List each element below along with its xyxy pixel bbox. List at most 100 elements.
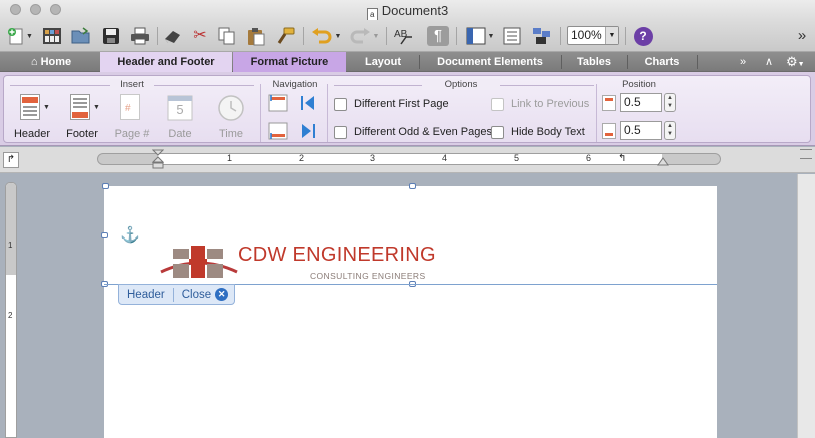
document-page[interactable]: ⚓ CDW ENGINEERING CONSULTING ENGINEERS (101, 183, 717, 438)
close-icon[interactable]: ✕ (215, 288, 229, 301)
footer-from-bottom-input[interactable]: 0.5 (620, 121, 662, 140)
chevron-down-icon: ▼ (26, 32, 33, 40)
next-section-button[interactable] (298, 122, 318, 140)
open-button[interactable] (69, 26, 93, 46)
ruler-number: 6 (586, 153, 592, 163)
different-first-page-checkbox[interactable] (334, 97, 347, 111)
ruler-strip: ↱ ↰ 1 2 3 4 5 6 (0, 147, 815, 173)
header-edit-tag: Header Close ✕ (118, 284, 236, 305)
split-view-handle[interactable] (800, 149, 812, 159)
logo-title: CDW ENGINEERING (238, 244, 436, 266)
header-from-top-stepper[interactable]: ▲ ▼ (664, 93, 676, 112)
insert-time-button[interactable]: Time (207, 94, 255, 142)
media-browser-button[interactable] (531, 26, 553, 46)
window-title: a Document3 (0, 3, 815, 21)
tab-stop-selector[interactable]: ↱ (3, 152, 19, 168)
tab-tables[interactable]: Tables (562, 52, 626, 72)
insert-header-button[interactable]: ▼ Header (8, 94, 56, 142)
ribbon-panel: Insert ▼ Header ▼ Footer # Page # 5 Date… (0, 72, 815, 146)
previous-section-icon (301, 96, 314, 110)
zoom-value: 100% (571, 28, 602, 42)
tab-label: Home (40, 56, 72, 68)
link-to-previous-checkbox[interactable] (491, 97, 504, 111)
vruler-number: 2 (8, 311, 13, 320)
group-rule (500, 85, 594, 86)
gear-icon: ⚙ (786, 54, 798, 69)
cut-button[interactable]: ✂ (189, 26, 211, 46)
toolbox-button[interactable] (501, 26, 523, 46)
link-to-previous-option[interactable]: Link to Previous (491, 96, 589, 112)
tab-format-picture[interactable]: Format Picture (233, 52, 346, 72)
toolbar-overflow-button[interactable]: » (792, 26, 812, 46)
resize-handle[interactable] (102, 183, 109, 189)
new-document-button[interactable]: ▼ (5, 26, 35, 46)
gallery-button[interactable] (40, 26, 64, 46)
different-first-page-option[interactable]: Different First Page (334, 96, 449, 112)
tabs-overflow-button[interactable]: » (740, 52, 746, 72)
window-title-text: Document3 (381, 3, 449, 18)
go-to-footer-button[interactable] (268, 122, 288, 140)
spelling-button[interactable]: AB (392, 26, 416, 46)
double-chevron-right-icon: » (740, 56, 747, 68)
header-from-top-input[interactable]: 0.5 (620, 93, 662, 112)
zoom-select[interactable]: 100% ▼ (567, 26, 619, 45)
indent-marker-icon[interactable] (152, 149, 164, 171)
help-button[interactable]: ? (632, 26, 654, 46)
header-page-icon (20, 94, 40, 120)
center-tab-stop-icon[interactable]: ↰ (618, 153, 626, 164)
tab-home[interactable]: ⌂ Home (16, 52, 86, 72)
resize-handle[interactable] (101, 232, 108, 238)
chevron-down-icon[interactable]: ▼ (605, 27, 618, 44)
insert-date-label: Date (168, 128, 192, 140)
undo-icon (311, 28, 331, 44)
vertical-scrollbar[interactable] (797, 174, 815, 438)
right-indent-marker-icon[interactable] (657, 156, 669, 166)
erase-button[interactable] (162, 26, 184, 46)
group-rule (10, 85, 110, 86)
insert-date-button[interactable]: 5 Date (156, 94, 204, 142)
left-tab-icon: ↱ (6, 154, 16, 165)
format-painter-button[interactable] (275, 26, 297, 46)
insert-time-label: Time (218, 128, 244, 140)
new-document-icon (8, 28, 23, 45)
collapse-ribbon-button[interactable]: ∧ (765, 52, 773, 72)
ruler-number: 4 (442, 153, 448, 163)
previous-section-button[interactable] (298, 94, 318, 112)
ruler-number: 2 (299, 153, 305, 163)
redo-button[interactable]: ▼ (347, 26, 381, 46)
company-logo-mark (160, 246, 238, 278)
hide-body-text-checkbox[interactable] (491, 125, 504, 139)
tab-header-and-footer[interactable]: Header and Footer (100, 52, 232, 72)
different-odd-even-option[interactable]: Different Odd & Even Pages (334, 124, 492, 140)
close-header-link[interactable]: Close (174, 289, 215, 301)
copy-button[interactable] (216, 26, 238, 46)
tab-charts[interactable]: Charts (628, 52, 696, 72)
ribbon-settings-button[interactable]: ⚙▼ (786, 52, 805, 72)
insert-header-label: Header (13, 128, 51, 140)
tab-layout[interactable]: Layout (348, 52, 418, 72)
hide-body-text-option[interactable]: Hide Body Text (491, 124, 585, 140)
vertical-ruler-margin (6, 183, 16, 275)
undo-button[interactable]: ▼ (309, 26, 343, 46)
different-odd-even-checkbox[interactable] (334, 125, 347, 139)
show-formatting-button[interactable]: ¶ (427, 26, 449, 46)
tab-document-elements[interactable]: Document Elements (420, 52, 560, 72)
paste-icon (248, 27, 265, 45)
insert-page-number-button[interactable]: # Page # (108, 94, 156, 142)
save-button[interactable] (99, 26, 123, 46)
go-to-header-button[interactable] (268, 94, 288, 112)
insert-page-number-label: Page # (114, 128, 150, 140)
footer-from-bottom-stepper[interactable]: ▲ ▼ (664, 121, 676, 140)
chevron-down-icon: ▼ (487, 32, 495, 40)
resize-handle[interactable] (409, 183, 416, 189)
print-button[interactable] (128, 26, 152, 46)
chevron-down-icon: ▼ (93, 104, 100, 111)
spelling-check-icon: AB (394, 29, 412, 45)
vertical-ruler[interactable]: 1 2 (5, 182, 17, 438)
horizontal-ruler[interactable]: ↰ 1 2 3 4 5 6 (97, 149, 721, 169)
insert-footer-button[interactable]: ▼ Footer (58, 94, 106, 142)
sidebar-button[interactable]: ▼ (463, 26, 497, 46)
anchor-icon[interactable]: ⚓ (120, 225, 140, 245)
paste-button[interactable] (245, 26, 267, 46)
group-rule (154, 85, 254, 86)
